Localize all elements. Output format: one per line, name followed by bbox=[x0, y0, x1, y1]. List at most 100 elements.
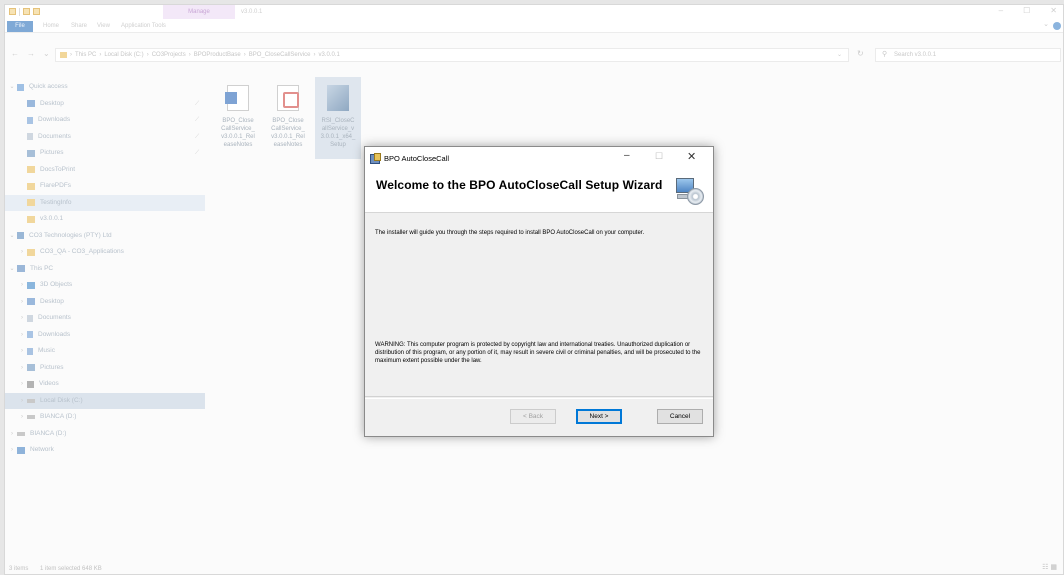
close-icon[interactable]: ✕ bbox=[687, 150, 696, 163]
copyright-warning: WARNING: This computer program is protec… bbox=[375, 342, 701, 364]
wizard-footer: < Back Next > Cancel bbox=[365, 398, 713, 438]
org-icon bbox=[17, 232, 24, 240]
forward-arrow-icon[interactable]: → bbox=[27, 49, 35, 58]
minimize-icon[interactable]: – bbox=[624, 150, 630, 161]
tab-home[interactable]: Home bbox=[43, 21, 59, 32]
breadcrumb-separator: › bbox=[146, 52, 149, 58]
chevron-icon[interactable]: › bbox=[17, 244, 27, 260]
chevron-down-icon[interactable]: ⌄ bbox=[837, 51, 842, 58]
sidebar-item[interactable]: › CO3_QA - CO3_Applications bbox=[5, 244, 205, 261]
tab-share[interactable]: Share bbox=[71, 21, 87, 32]
quick-access-toolbar[interactable] bbox=[9, 8, 40, 16]
sidebar-item[interactable]: FlarePDFs bbox=[5, 178, 205, 195]
file-item[interactable]: BPO_Close CallService_ v3.0.0.1_Rel easeNot… bbox=[265, 77, 311, 159]
sidebar-item[interactable]: › BIANCA (D:) bbox=[5, 409, 205, 426]
back-arrow-icon[interactable]: ← bbox=[11, 49, 19, 58]
sidebar-item[interactable]: › Network bbox=[5, 442, 205, 459]
fold-icon bbox=[27, 166, 35, 174]
new-folder-icon[interactable] bbox=[33, 8, 40, 15]
chevron-icon[interactable]: ⌄ bbox=[7, 228, 17, 244]
wizard-body: The installer will guide you through the… bbox=[365, 213, 713, 397]
sidebar-item[interactable]: › Pictures bbox=[5, 360, 205, 377]
sidebar-item-label: Music bbox=[38, 347, 55, 355]
sidebar-item[interactable]: Documents ⟋ bbox=[5, 129, 205, 146]
chevron-down-icon[interactable]: ⌄ bbox=[43, 49, 50, 58]
tab-view[interactable]: View bbox=[97, 21, 110, 32]
file-name-line: CallService_ bbox=[271, 126, 305, 132]
sidebar-item[interactable]: DocsToPrint bbox=[5, 162, 205, 179]
chevron-down-icon[interactable]: ⌄ bbox=[1043, 20, 1049, 28]
sidebar-item-label: Downloads bbox=[38, 116, 71, 124]
breadcrumb-item[interactable]: BPO_CloseCallService bbox=[249, 52, 311, 58]
close-icon[interactable]: ✕ bbox=[1050, 6, 1057, 15]
chevron-icon[interactable]: › bbox=[7, 426, 17, 442]
sidebar-item[interactable]: Pictures ⟋ bbox=[5, 145, 205, 162]
pin-icon: ⟋ bbox=[195, 150, 200, 157]
intro-text: The installer will guide you through the… bbox=[375, 230, 645, 236]
breadcrumb-item[interactable]: BPOProductBase bbox=[194, 52, 241, 58]
doc-icon bbox=[27, 314, 33, 322]
sidebar-item[interactable]: v3.0.0.1 bbox=[5, 211, 205, 228]
chevron-icon[interactable]: › bbox=[7, 442, 17, 458]
navigation-pane: ⌄ Quick access Desktop ⟋ Downloads ⟋ Documents… bbox=[5, 79, 205, 459]
tab-file[interactable]: File bbox=[7, 21, 33, 32]
sidebar-item[interactable]: ⌄ This PC bbox=[5, 261, 205, 278]
sidebar-item[interactable]: › Videos bbox=[5, 376, 205, 393]
chevron-icon[interactable]: › bbox=[17, 294, 27, 310]
sidebar-item[interactable]: › Local Disk (C:) bbox=[5, 392, 205, 409]
divider bbox=[19, 8, 20, 16]
sidebar-item[interactable]: › Desktop bbox=[5, 294, 205, 311]
down-icon bbox=[27, 116, 33, 124]
chevron-icon[interactable]: › bbox=[17, 360, 27, 376]
chevron-icon[interactable]: › bbox=[17, 310, 27, 326]
chevron-icon[interactable]: › bbox=[17, 277, 27, 293]
chevron-icon[interactable]: ⌄ bbox=[7, 79, 17, 95]
sidebar-item[interactable]: › Documents bbox=[5, 310, 205, 327]
cancel-button[interactable]: Cancel bbox=[657, 409, 703, 424]
breadcrumb-item[interactable]: CO3Projects bbox=[152, 52, 186, 58]
ribbon-tabs: File Home Share View Application Tools ⌄ bbox=[5, 19, 1063, 33]
file-item[interactable]: BPO_Close CallService_ v3.0.0.1_Rel easeNot… bbox=[215, 77, 261, 159]
sidebar-item-label: Videos bbox=[39, 380, 59, 388]
file-name-line: CallService_ bbox=[221, 126, 255, 132]
sidebar-item-label: Pictures bbox=[40, 363, 64, 371]
chevron-icon[interactable]: › bbox=[17, 409, 27, 425]
file-name-line: BPO_Close bbox=[222, 118, 254, 124]
folder-icon[interactable] bbox=[9, 8, 16, 15]
refresh-icon[interactable]: ↻ bbox=[857, 49, 864, 58]
drv-icon bbox=[27, 415, 35, 420]
tab-application-tools[interactable]: Application Tools bbox=[121, 21, 166, 32]
details-view-icon[interactable]: ☷ bbox=[1042, 564, 1048, 571]
breadcrumb-item[interactable]: v3.0.0.1 bbox=[318, 52, 339, 58]
file-item[interactable]: RSI_CloseC allService_v 3.0.0.1_x64_ Setup bbox=[315, 77, 361, 159]
minimize-icon[interactable]: – bbox=[999, 6, 1003, 15]
sidebar-item[interactable]: ⌄ Quick access bbox=[5, 79, 205, 96]
properties-icon[interactable] bbox=[23, 8, 30, 15]
chevron-icon[interactable]: › bbox=[17, 343, 27, 359]
view-toggle[interactable]: ☷ ▦ bbox=[1042, 563, 1057, 571]
chevron-icon[interactable]: › bbox=[17, 376, 27, 392]
sidebar-item[interactable]: Desktop ⟋ bbox=[5, 96, 205, 113]
help-icon[interactable] bbox=[1053, 22, 1061, 30]
address-bar[interactable]: › This PC › Local Disk (C:) › CO3Projects › BPO… bbox=[55, 48, 849, 62]
sidebar-item[interactable]: › BIANCA (D:) bbox=[5, 426, 205, 443]
chevron-icon[interactable]: › bbox=[17, 327, 27, 343]
breadcrumb-item[interactable]: Local Disk (C:) bbox=[104, 52, 143, 58]
manage-contextual-tab[interactable]: Manage bbox=[163, 5, 235, 19]
next-button[interactable]: Next > bbox=[576, 409, 622, 424]
chevron-icon[interactable]: › bbox=[17, 393, 27, 409]
chevron-icon[interactable]: ⌄ bbox=[7, 261, 17, 277]
breadcrumb-item[interactable]: This PC bbox=[75, 52, 96, 58]
sidebar-item[interactable]: ⌄ CO3 Technologies (PTY) Ltd bbox=[5, 228, 205, 245]
sidebar-item[interactable]: › Downloads bbox=[5, 327, 205, 344]
sidebar-item[interactable]: TestingInfo bbox=[5, 194, 205, 211]
large-icons-view-icon[interactable]: ▦ bbox=[1050, 564, 1057, 571]
sidebar-item[interactable]: Downloads ⟋ bbox=[5, 112, 205, 129]
search-icon: ⚲ bbox=[882, 51, 888, 58]
sidebar-item[interactable]: › Music bbox=[5, 343, 205, 360]
search-input[interactable]: ⚲ Search v3.0.0.1 bbox=[875, 48, 1061, 62]
sidebar-item[interactable]: › 3D Objects bbox=[5, 277, 205, 294]
sidebar-item-label: BIANCA (D:) bbox=[30, 429, 67, 437]
maximize-icon[interactable]: ☐ bbox=[1023, 6, 1030, 15]
sidebar-item-label: BIANCA (D:) bbox=[40, 413, 77, 421]
